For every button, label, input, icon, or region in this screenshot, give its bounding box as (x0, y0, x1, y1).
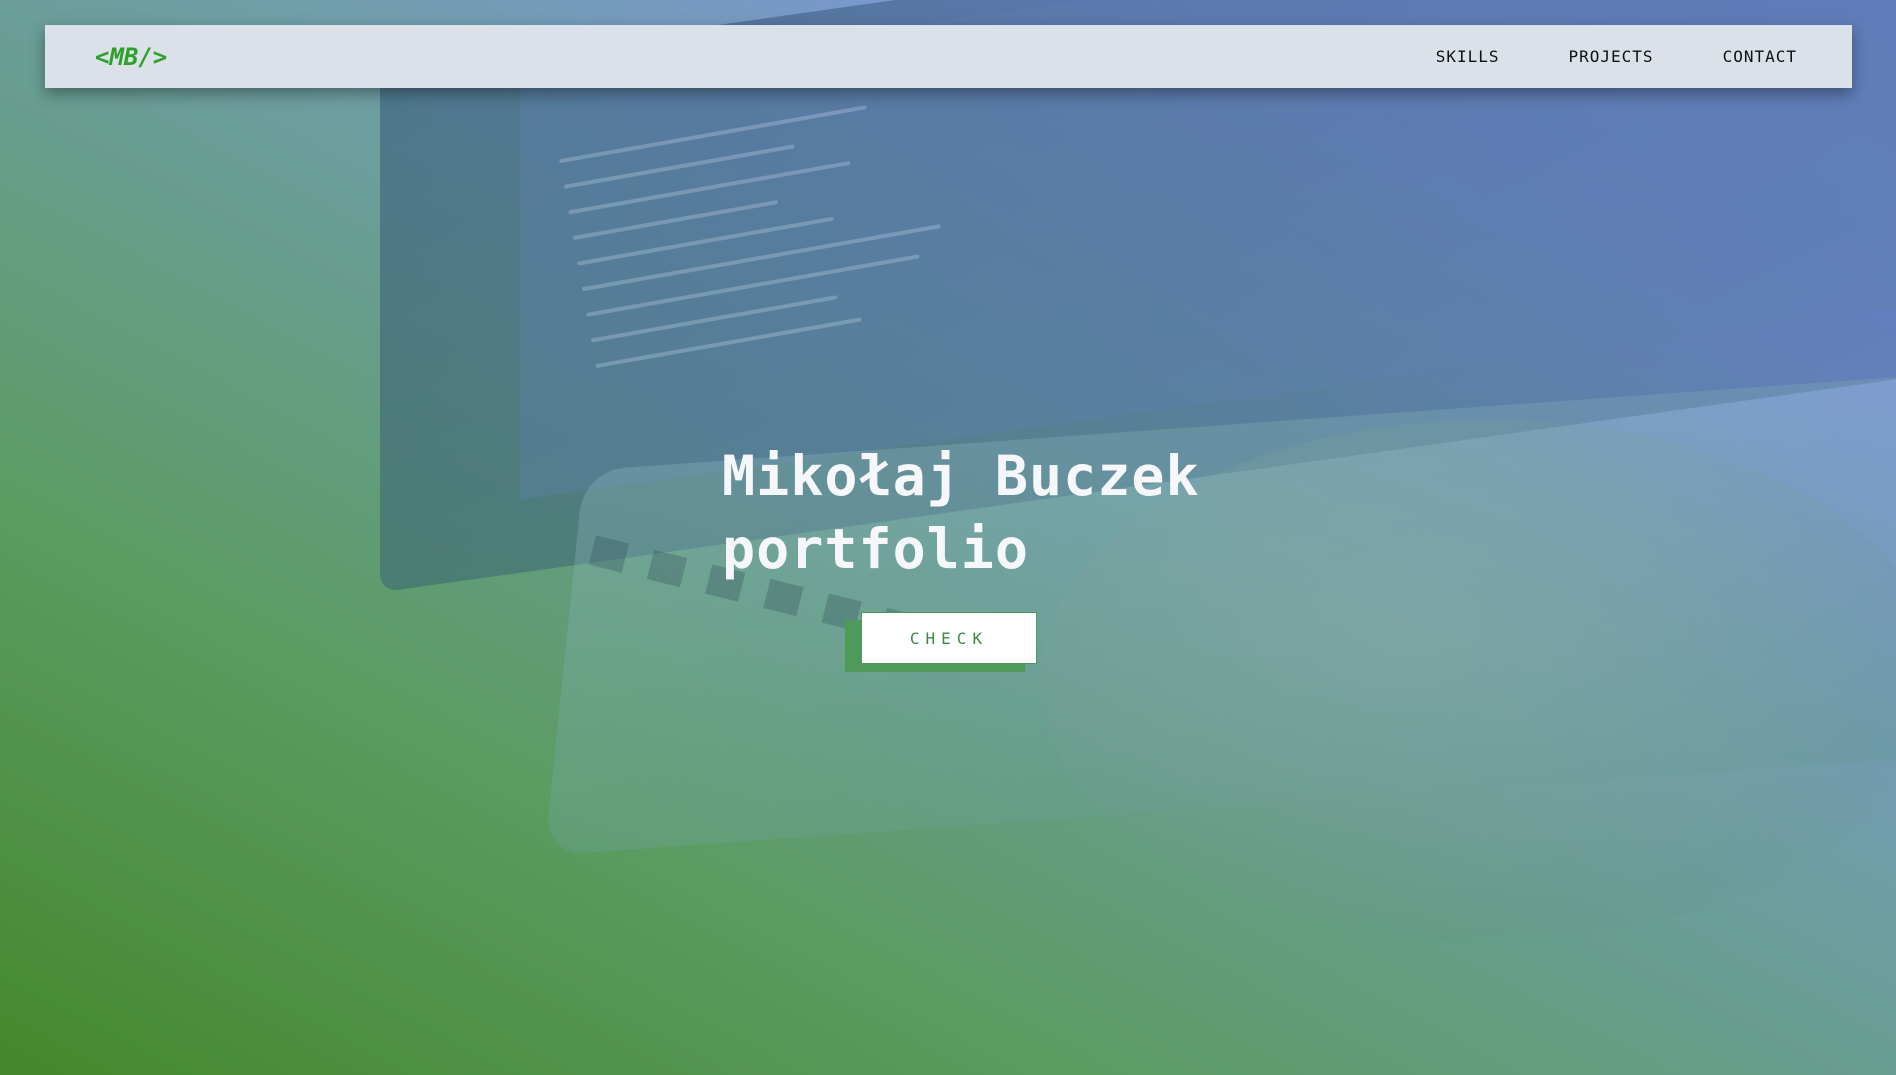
nav-link-skills[interactable]: SKILLS (1436, 47, 1500, 66)
check-button-wrapper: CHECK (845, 612, 1037, 672)
nav-link-projects[interactable]: PROJECTS (1569, 47, 1654, 66)
hero-title: Mikołaj Buczek portfolio (722, 440, 1200, 586)
nav-link-contact[interactable]: CONTACT (1723, 47, 1797, 66)
hero-title-name: Mikołaj Buczek (722, 444, 1200, 508)
hero-title-subtitle: portfolio (722, 517, 1030, 581)
nav-links: SKILLS PROJECTS CONTACT (1436, 47, 1797, 66)
hero-section: Mikołaj Buczek portfolio (722, 440, 1200, 586)
top-navbar: <MB/> SKILLS PROJECTS CONTACT (45, 25, 1852, 88)
check-button[interactable]: CHECK (861, 612, 1037, 664)
site-logo[interactable]: <MB/> (95, 43, 167, 71)
